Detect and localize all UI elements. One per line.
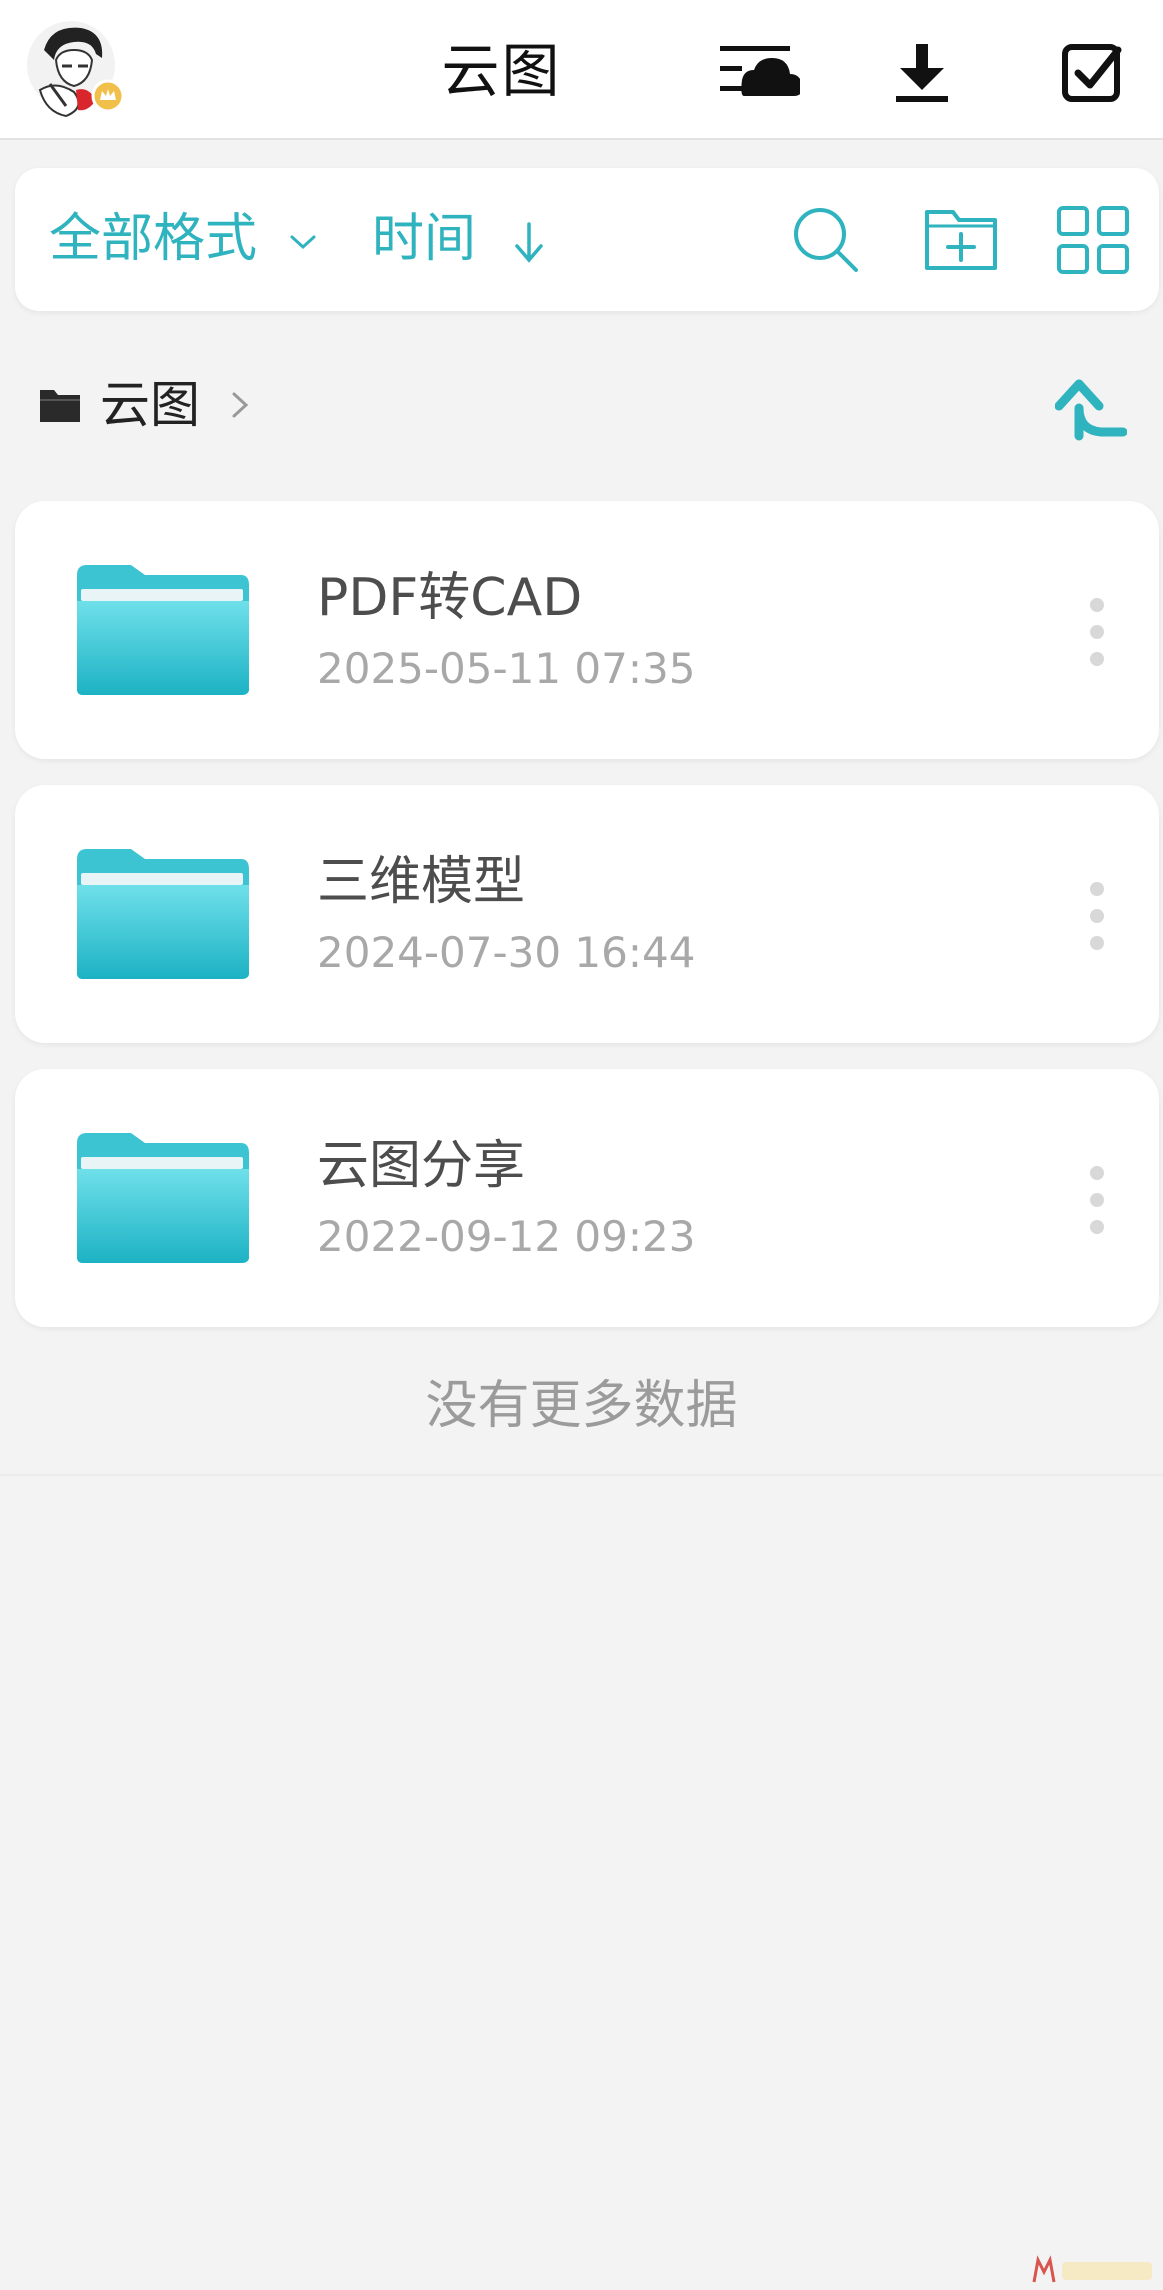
grid-view-icon[interactable] — [1055, 204, 1131, 276]
list-item[interactable]: 云图分享 2022-09-12 09:23 — [15, 1069, 1159, 1327]
folder-icon — [73, 563, 251, 695]
chevron-down-icon — [290, 235, 316, 250]
top-bar: 云图 — [0, 0, 1163, 140]
app-root: 云图 全部格式 时间 云图 PDF转CAD 2025-05-11 07:35 三… — [0, 0, 1163, 2290]
file-name: 三维模型 — [317, 852, 526, 912]
file-name: 云图分享 — [317, 1136, 526, 1196]
watermark-logo — [1030, 2254, 1160, 2286]
format-filter-label: 全部格式 — [49, 209, 258, 269]
sort-by-time-button[interactable]: 时间 — [372, 204, 547, 274]
folder-icon — [38, 386, 82, 424]
back-up-icon[interactable] — [1055, 376, 1127, 444]
more-options-icon[interactable] — [1087, 881, 1107, 951]
breadcrumb: 云图 — [38, 370, 1138, 440]
search-icon[interactable] — [790, 204, 862, 276]
file-name: PDF转CAD — [317, 568, 583, 628]
filter-toolbar: 全部格式 时间 — [15, 168, 1159, 311]
download-icon[interactable] — [892, 40, 952, 104]
breadcrumb-current[interactable]: 云图 — [100, 370, 200, 440]
new-folder-icon[interactable] — [923, 204, 999, 276]
folder-icon — [73, 1131, 251, 1263]
multi-select-icon[interactable] — [1060, 40, 1124, 104]
more-options-icon[interactable] — [1087, 597, 1107, 667]
sort-label: 时间 — [372, 209, 477, 269]
divider — [0, 1474, 1163, 1476]
folder-icon — [73, 847, 251, 979]
format-filter-dropdown[interactable]: 全部格式 — [49, 204, 320, 274]
file-date: 2024-07-30 16:44 — [317, 928, 696, 977]
file-date: 2022-09-12 09:23 — [317, 1212, 696, 1261]
arrow-down-icon — [514, 222, 543, 263]
cloud-transfer-icon[interactable] — [718, 40, 800, 104]
list-item[interactable]: 三维模型 2024-07-30 16:44 — [15, 785, 1159, 1043]
list-item[interactable]: PDF转CAD 2025-05-11 07:35 — [15, 501, 1159, 759]
page-title: 云图 — [441, 37, 562, 105]
chevron-right-icon — [228, 388, 252, 422]
more-options-icon[interactable] — [1087, 1165, 1107, 1235]
no-more-data-text: 没有更多数据 — [425, 1376, 738, 1436]
file-date: 2025-05-11 07:35 — [317, 644, 696, 693]
